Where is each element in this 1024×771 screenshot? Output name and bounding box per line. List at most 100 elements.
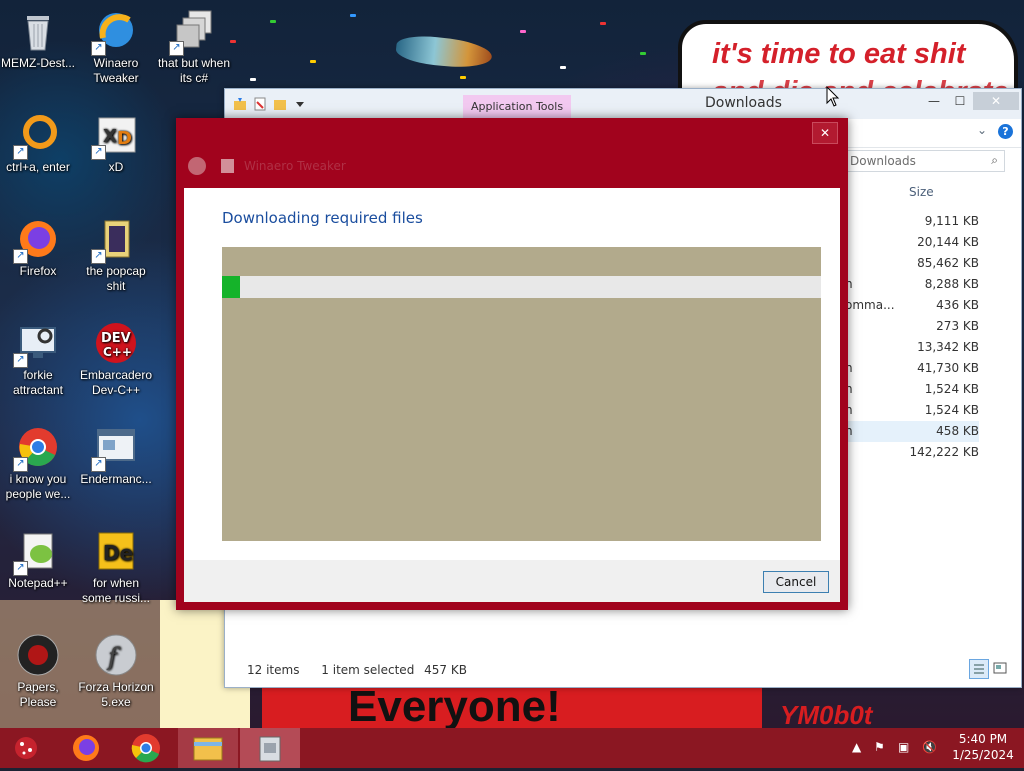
recycle-bin-icon (15, 8, 61, 54)
cancel-button[interactable]: Cancel (763, 571, 829, 593)
help-icon[interactable]: ? (998, 124, 1013, 139)
desktop-icon-label: Embarcadero Dev-C++ (79, 368, 153, 397)
explorer-titlebar[interactable]: Application Tools Downloads — ☐ ✕ (225, 89, 1021, 119)
shortcut-arrow-icon: ↗ (13, 353, 28, 368)
list-item[interactable]: 13,342 KB (831, 337, 979, 358)
clock[interactable]: 5:40 PM 1/25/2024 (950, 731, 1016, 763)
list-item[interactable]: n 41,730 KB (831, 358, 979, 379)
search-input[interactable]: Downloads ⌕ (845, 150, 1005, 172)
desktop-icon-label: Winaero Tweaker (93, 56, 139, 85)
desktop-icon-forkie[interactable]: ↗ forkie attractant (0, 320, 76, 398)
file-size: 41,730 KB (917, 361, 979, 375)
customize-toolbar-icon[interactable] (293, 97, 307, 111)
maximize-button[interactable]: ☐ (947, 92, 973, 110)
dialog-close-button[interactable]: ✕ (812, 122, 838, 144)
taskbar-file-explorer[interactable] (178, 728, 238, 768)
shortcut-arrow-icon: ↗ (91, 249, 106, 264)
svg-text:X: X (103, 126, 117, 147)
quick-access-toolbar (233, 97, 307, 111)
confetti (600, 22, 606, 25)
confetti (560, 66, 566, 69)
file-name: n (845, 424, 853, 438)
list-item[interactable]: 20,144 KB (831, 232, 979, 253)
desktop-icon-xd[interactable]: XD ↗ xD (78, 112, 154, 175)
progress-fill (222, 276, 240, 298)
clock-time: 5:40 PM (958, 732, 1008, 746)
file-name: n (845, 382, 853, 396)
meme-text: it's time to eat shit (712, 38, 966, 70)
desktop-icon-csharp[interactable]: ↗ that but when its c# (156, 8, 232, 86)
folder-arrow-icon[interactable] (233, 97, 247, 111)
shortcut-arrow-icon: ↗ (13, 249, 28, 264)
list-item[interactable]: n 1,524 KB (831, 379, 979, 400)
meme-corner-text: YM0b0t (780, 700, 873, 728)
new-folder-icon[interactable] (273, 97, 287, 111)
list-item[interactable]: 9,111 KB (831, 211, 979, 232)
dialog-footer: Cancel (184, 560, 840, 602)
item-count: 12 items (247, 663, 300, 677)
application-tools-tab[interactable]: Application Tools (463, 95, 572, 119)
volume-muted-icon[interactable]: 🔇 (922, 740, 937, 754)
desktop-icon-papers-please[interactable]: Papers, Please (0, 632, 76, 710)
properties-icon[interactable] (253, 97, 267, 111)
close-button[interactable]: ✕ (973, 92, 1019, 110)
chevron-down-icon[interactable]: ⌄ (977, 123, 987, 137)
desktop-icon-label: Notepad++ (8, 576, 68, 590)
list-item[interactable]: n 8,288 KB (831, 274, 979, 295)
list-item[interactable]: 142,222 KB (831, 442, 979, 463)
shortcut-arrow-icon: ↗ (13, 145, 28, 160)
download-dialog[interactable]: ✕ Winaero Tweaker Downloading required f… (176, 118, 848, 610)
file-name: n (845, 361, 853, 375)
confetti (640, 52, 646, 55)
taskbar-setup[interactable] (240, 728, 300, 768)
start-button[interactable] (0, 728, 60, 768)
details-view-icon[interactable] (969, 659, 989, 679)
meme-banner: Everyone! (262, 688, 762, 728)
network-icon[interactable]: ▣ (898, 740, 909, 754)
svg-text:D: D (117, 128, 132, 149)
desktop-icon-russian[interactable]: De for when some russi... (78, 528, 154, 606)
show-hidden-icons[interactable]: ▲ (852, 740, 861, 754)
desktop-icon-memz[interactable]: MEMZ-Dest... (0, 8, 76, 71)
confetti (310, 60, 316, 63)
list-item-selected[interactable]: n 458 KB (831, 421, 979, 442)
taskbar-chrome[interactable] (116, 728, 176, 768)
list-item[interactable]: omma... 436 KB (831, 295, 979, 316)
list-item[interactable]: 85,462 KB (831, 253, 979, 274)
svg-text:C++: C++ (103, 345, 132, 359)
desktop-icon-popcap[interactable]: ↗ the popcap shit (78, 216, 154, 294)
desktop-icon-firefox[interactable]: ↗ Firefox (0, 216, 76, 279)
shortcut-arrow-icon: ↗ (91, 457, 106, 472)
desktop-icon-ctrl-a[interactable]: ↗ ctrl+a, enter (0, 112, 76, 175)
minimize-button[interactable]: — (921, 92, 947, 110)
desktop-icon-devcpp[interactable]: DEV C++ Embarcadero Dev-C++ (78, 320, 154, 398)
column-header-size[interactable]: Size (909, 185, 934, 199)
taskbar-firefox[interactable] (56, 728, 116, 768)
list-item[interactable]: 273 KB (831, 316, 979, 337)
desktop-icon-chrome[interactable]: ↗ i know you people we... (0, 424, 76, 502)
desktop-icon-label: MEMZ-Dest... (1, 56, 75, 70)
file-list[interactable]: 9,111 KB 20,144 KB 85,462 KB n 8,288 KB o… (831, 211, 979, 463)
desktop-icon-label: for when some russi... (81, 576, 150, 605)
desktop-icon-label: ctrl+a, enter (6, 160, 70, 174)
desktop-icon-winaero[interactable]: ↗ Winaero Tweaker (78, 8, 154, 86)
large-icons-view-icon[interactable] (993, 661, 1007, 675)
papers-please-icon (15, 632, 61, 678)
taskbar: ▲ ⚑ ▣ 🔇 5:40 PM 1/25/2024 (0, 728, 1024, 768)
window-app-icon: ↗ (91, 424, 139, 472)
dev-cpp-icon: DEV C++ (93, 320, 139, 366)
desktop-icon-forza[interactable]: f Forza Horizon 5.exe (78, 632, 154, 710)
action-center-flag-icon[interactable]: ⚑ (874, 740, 885, 754)
list-item[interactable]: n 1,524 KB (831, 400, 979, 421)
selection-count: 1 item selected (321, 663, 415, 677)
monitor-gear-icon: ↗ (13, 320, 61, 368)
window-title: Downloads (705, 95, 782, 111)
desktop-icon-endermanch[interactable]: ↗ Endermanc... (78, 424, 154, 487)
confetti (350, 14, 356, 17)
desktop-icon-notepadpp[interactable]: ↗ Notepad++ (0, 528, 76, 591)
svg-text:DEV: DEV (101, 331, 131, 346)
folder-document-icon: ↗ (91, 216, 139, 264)
mouse-cursor-icon (826, 86, 840, 107)
content-panel (222, 247, 821, 541)
desktop-icon-label: Firefox (19, 264, 57, 278)
